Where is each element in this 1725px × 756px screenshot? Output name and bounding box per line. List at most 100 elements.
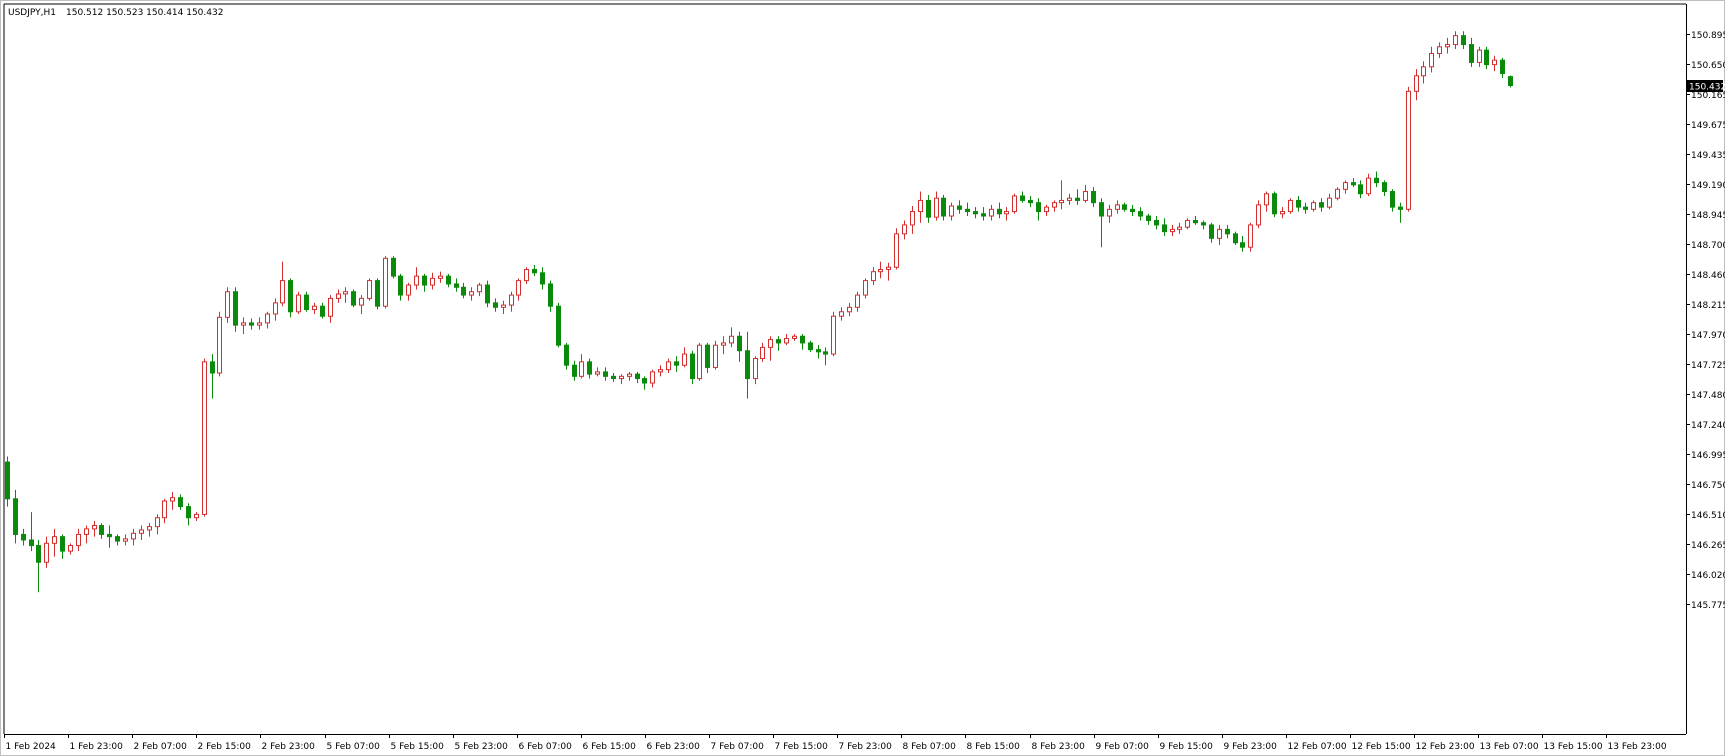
candle-body	[1138, 211, 1143, 217]
candle-body	[5, 461, 10, 500]
candle-body	[674, 361, 679, 366]
candle-body	[1390, 191, 1395, 208]
candle-body	[446, 275, 451, 285]
price-tick-label: 146.995	[1691, 451, 1725, 461]
candle-body	[501, 304, 506, 308]
candle-body	[383, 257, 388, 307]
candle-body	[493, 302, 498, 308]
candle-body	[194, 513, 199, 519]
candle-body	[587, 361, 592, 375]
candle-body	[336, 293, 341, 299]
candle-body	[1366, 177, 1371, 195]
candle-body	[1091, 191, 1096, 204]
time-tick-label: 2 Feb 07:00	[134, 742, 188, 752]
candle	[383, 256, 388, 309]
candle-body	[997, 208, 1002, 215]
candle-body	[414, 275, 419, 286]
candle-body	[123, 538, 128, 542]
candle	[1248, 222, 1253, 252]
candle-body	[745, 350, 750, 380]
candle	[1256, 200, 1261, 229]
candle-body	[44, 542, 49, 563]
candle-body	[1201, 222, 1206, 226]
candle-body	[328, 297, 333, 317]
candle-body	[635, 373, 640, 380]
candle-body	[800, 335, 805, 344]
candle	[296, 291, 301, 314]
candle-body	[469, 291, 474, 296]
candle-body	[753, 358, 758, 380]
price-tick-label: 146.510	[1691, 511, 1725, 521]
candle-body	[682, 353, 687, 366]
price-tick-label: 145.775	[1691, 601, 1725, 611]
candle-body	[855, 294, 860, 308]
candle-body	[1036, 202, 1041, 213]
candle-body	[658, 369, 663, 373]
time-tick-label: 8 Feb 07:00	[903, 742, 957, 752]
candle	[1233, 231, 1238, 245]
candle-body	[516, 280, 521, 296]
candle-body	[1445, 44, 1450, 48]
candle-body	[1177, 226, 1182, 230]
candle-body	[241, 322, 246, 326]
candle-body	[29, 539, 34, 547]
candle-body	[894, 233, 899, 268]
candle-body	[406, 284, 411, 296]
candle-body	[1484, 49, 1489, 66]
chart-window[interactable]: USDJPY,H1 150.512 150.523 150.414 150.43…	[0, 0, 1725, 756]
candle-body	[359, 297, 364, 306]
candle-body	[1414, 75, 1419, 92]
candle-body	[729, 335, 734, 344]
candle-body	[1477, 49, 1482, 63]
candle-body	[1272, 193, 1277, 215]
candle-body	[595, 371, 600, 375]
candle-body	[871, 271, 876, 282]
candle-body	[509, 294, 514, 306]
price-tick-label: 148.945	[1691, 211, 1725, 221]
candle-body	[1107, 208, 1112, 217]
candle-body	[131, 532, 136, 540]
candle	[233, 287, 238, 332]
candle-body	[973, 211, 978, 215]
candle-body	[1209, 224, 1214, 239]
candle-body	[375, 280, 380, 307]
candle-body	[792, 335, 797, 339]
candle-body	[68, 545, 73, 552]
candle-body	[21, 533, 26, 541]
candle-body	[1099, 202, 1104, 217]
candle-body	[611, 375, 616, 380]
time-tick-label: 8 Feb 23:00	[1032, 742, 1086, 752]
candle-body	[627, 373, 632, 377]
candle-body	[650, 371, 655, 384]
candle-body	[1296, 199, 1301, 208]
candle-body	[1020, 195, 1025, 201]
candle-body	[139, 529, 144, 534]
candle-body	[1075, 197, 1080, 201]
candle-body	[422, 275, 427, 286]
candle-body	[288, 280, 293, 313]
candlestick-chart[interactable]: USDJPY,H1 150.512 150.523 150.414 150.43…	[0, 0, 1725, 756]
candle-body	[1437, 46, 1442, 54]
candle-body	[524, 268, 529, 282]
candle	[351, 289, 356, 308]
candle-body	[878, 268, 883, 273]
candle-body	[1469, 44, 1474, 63]
candle-body	[619, 375, 624, 380]
candle-body	[760, 346, 765, 360]
candle	[288, 278, 293, 318]
candle-body	[1122, 204, 1127, 210]
candle-body	[579, 361, 584, 377]
price-tick-label: 146.750	[1691, 481, 1725, 491]
price-tick-label: 147.480	[1691, 391, 1725, 401]
candle-body	[1406, 90, 1411, 210]
candle-body	[461, 286, 466, 296]
candle	[202, 358, 207, 517]
candle-body	[92, 525, 97, 530]
candle-body	[690, 353, 695, 380]
candle-body	[1225, 228, 1230, 235]
candle	[217, 311, 222, 377]
candle-body	[603, 371, 608, 377]
candle	[713, 340, 718, 370]
candle	[556, 302, 561, 348]
candle	[1335, 187, 1340, 201]
